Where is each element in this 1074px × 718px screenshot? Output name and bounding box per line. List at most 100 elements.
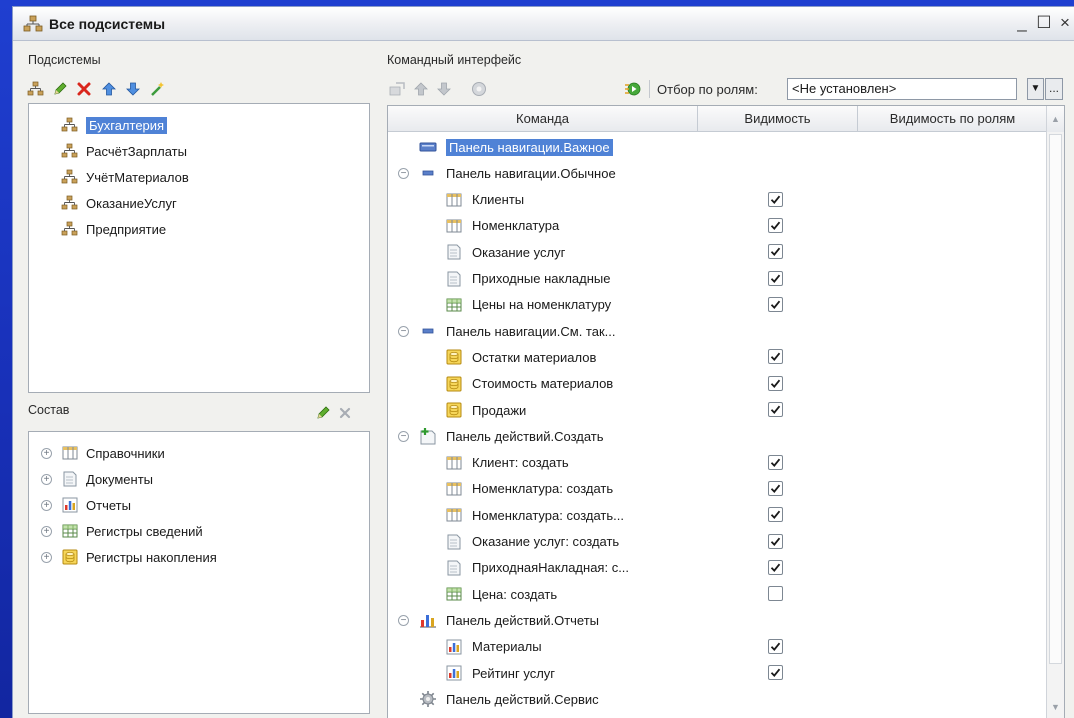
visibility-checkbox[interactable]	[768, 191, 783, 207]
command-row[interactable]: − Панель навигации.Обычное	[398, 160, 616, 186]
chevron-down-icon: ▼	[1030, 83, 1041, 94]
delete-icon	[77, 82, 91, 96]
scroll-up-button[interactable]: ▲	[1047, 106, 1064, 132]
command-row[interactable]: Оказание услуг: создать	[444, 529, 619, 555]
visibility-checkbox[interactable]	[768, 638, 783, 654]
command-row[interactable]: Номенклатура: создать...	[444, 502, 624, 528]
subsystem-item-label: УчётМатериалов	[86, 169, 189, 185]
command-row[interactable]: Остатки материалов	[444, 344, 596, 370]
visibility-checkbox[interactable]	[768, 480, 783, 496]
visibility-checkbox[interactable]	[768, 454, 783, 470]
role-filter-more-button[interactable]: ...	[1045, 78, 1063, 100]
command-row[interactable]: Клиент: создать	[444, 450, 569, 476]
subsystem-item[interactable]: Бухгалтерия	[61, 114, 168, 136]
command-row-label: Номенклатура	[472, 218, 560, 234]
command-row[interactable]: − Панель навигации.См. так...	[398, 318, 615, 344]
move-down-button[interactable]	[123, 79, 143, 99]
visibility-checkbox[interactable]	[768, 244, 783, 260]
command-row[interactable]: − Панель действий.Создать	[398, 423, 604, 449]
nav-panel-icon	[418, 141, 438, 153]
delete-subsystem-button[interactable]	[74, 79, 94, 99]
composition-item[interactable]: + Справочники	[41, 442, 165, 464]
command-row[interactable]: Рейтинг услуг	[444, 660, 555, 686]
info-register-icon	[444, 298, 464, 312]
expand-icon[interactable]: +	[41, 551, 52, 563]
command-row[interactable]: Стоимость материалов	[444, 371, 613, 397]
role-filter-dropdown-button[interactable]: ▼	[1027, 78, 1044, 100]
command-move-down-button[interactable]	[434, 79, 454, 99]
visibility-checkbox[interactable]	[768, 559, 783, 575]
command-grid: Команда Видимость Видимость по ролям Пан…	[387, 105, 1065, 718]
visibility-checkbox[interactable]	[768, 665, 783, 680]
column-header-command[interactable]: Команда	[388, 106, 698, 132]
command-row[interactable]: Продажи	[444, 397, 526, 423]
pencil-icon	[54, 82, 67, 95]
catalog-icon	[444, 482, 464, 496]
vertical-scrollbar[interactable]: ▲ ▼	[1046, 106, 1064, 718]
composition-item[interactable]: + Регистры накопления	[41, 546, 217, 568]
command-row[interactable]: Оказание услуг	[444, 239, 565, 265]
move-to-parent-button[interactable]	[147, 79, 167, 99]
command-row[interactable]: Панель действий.Сервис	[398, 686, 599, 712]
command-row[interactable]: ПриходнаяНакладная: с...	[444, 555, 629, 581]
subsystem-item[interactable]: УчётМатериалов	[61, 166, 189, 188]
collapse-icon[interactable]: −	[398, 614, 409, 626]
command-row[interactable]: Приходные накладные	[444, 266, 610, 292]
collapse-icon[interactable]: −	[398, 430, 409, 442]
visibility-checkbox[interactable]	[768, 375, 783, 391]
visibility-checkbox[interactable]	[768, 507, 783, 523]
subsystem-tree-icon	[61, 195, 79, 211]
close-button[interactable]: ×	[1054, 11, 1074, 35]
expand-icon[interactable]: +	[41, 525, 52, 537]
maximize-button[interactable]: ☐	[1033, 11, 1055, 35]
expand-icon[interactable]: +	[41, 499, 52, 511]
visibility-checkbox[interactable]	[768, 402, 783, 417]
edit-subsystem-button[interactable]	[50, 79, 70, 99]
expand-icon[interactable]: +	[41, 447, 52, 459]
command-move-up-button[interactable]	[411, 79, 431, 99]
role-filter-apply-button[interactable]	[623, 79, 643, 99]
command-interface-label: Командный интерфейс	[387, 53, 522, 67]
command-row[interactable]: Номенклатура: создать	[444, 476, 613, 502]
visibility-checkbox[interactable]	[768, 586, 783, 602]
command-row[interactable]: Цены на номенклатуру	[444, 292, 611, 318]
edit-composition-button[interactable]	[313, 403, 333, 423]
composition-item[interactable]: + Отчеты	[41, 494, 131, 516]
scroll-thumb[interactable]	[1049, 134, 1062, 664]
composition-item-label: Регистры накопления	[86, 549, 217, 565]
role-filter-select[interactable]: <Не установлен>	[787, 78, 1017, 100]
visibility-checkbox[interactable]	[768, 270, 783, 286]
scroll-down-button[interactable]: ▼	[1047, 696, 1064, 718]
subsystem-item[interactable]: ОказаниеУслуг	[61, 192, 177, 214]
add-subsystem-button[interactable]	[26, 79, 46, 99]
collapse-icon[interactable]: −	[398, 167, 409, 179]
minimize-button[interactable]: _	[1011, 11, 1033, 35]
visibility-checkbox[interactable]	[768, 296, 783, 312]
remove-composition-button[interactable]	[335, 403, 355, 423]
toolbar-separator	[649, 80, 650, 98]
visibility-checkbox[interactable]	[768, 349, 783, 365]
command-row-label: Панель навигации.Обычное	[446, 165, 616, 181]
collapse-icon[interactable]: −	[398, 325, 409, 337]
subsystem-tree-icon	[61, 169, 79, 185]
command-row[interactable]: Клиенты	[444, 187, 524, 213]
composition-item[interactable]: + Регистры сведений	[41, 520, 203, 542]
command-add-button[interactable]	[387, 79, 407, 99]
column-header-visibility[interactable]: Видимость	[698, 106, 858, 132]
command-row[interactable]: Панель навигации.Важное	[398, 134, 613, 160]
expand-icon[interactable]: +	[41, 473, 52, 485]
visibility-checkbox[interactable]	[768, 533, 783, 549]
subsystem-item[interactable]: Предприятие	[61, 218, 166, 240]
command-row[interactable]: − Панель действий.Отчеты	[398, 607, 599, 633]
command-row[interactable]: Цена: создать	[444, 581, 557, 607]
visibility-checkbox[interactable]	[768, 217, 783, 233]
column-header-visibility-by-roles[interactable]: Видимость по ролям	[858, 106, 1048, 132]
command-row[interactable]: Материалы	[444, 634, 542, 660]
arrow-down-icon	[126, 82, 140, 96]
subsystem-item[interactable]: РасчётЗарплаты	[61, 140, 187, 162]
composition-item[interactable]: + Документы	[41, 468, 153, 490]
report-icon	[61, 497, 79, 513]
command-row[interactable]: Номенклатура	[444, 213, 559, 239]
command-settings-button[interactable]	[469, 79, 489, 99]
move-up-button[interactable]	[99, 79, 119, 99]
